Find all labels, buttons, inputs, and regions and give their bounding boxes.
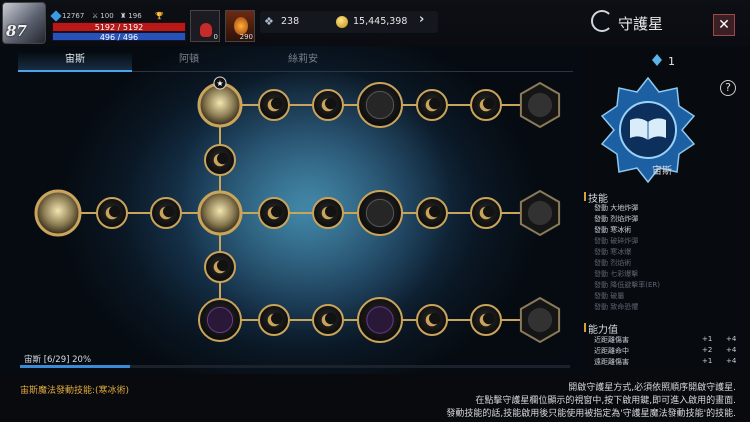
svg-text:★: ★ [216,79,223,88]
node-large[interactable] [357,190,403,236]
node-active[interactable] [197,190,243,236]
skill-item: 發動 大地炸彈 [594,204,639,212]
skill-item: 發動 降低避擊率(ER) [594,281,660,289]
potion-count: 0 [213,33,218,41]
elixir-slot[interactable]: 290 [225,10,255,42]
trophy-icon: 🏆 [155,12,164,20]
node-moon[interactable] [470,304,502,336]
gold-count: 15,445,398 [353,16,408,27]
tower-icon: ♜ [120,12,127,20]
powers-heading: 能力值 [584,321,618,336]
node-active[interactable] [197,82,243,128]
sword-count: 100 [100,12,114,20]
progress-bar [20,365,570,368]
power-stat: ♜ 196 [120,12,142,20]
character-level: 87 [6,22,27,40]
progress-fill [20,365,130,368]
node-origin[interactable] [34,189,82,237]
power-name: 近距離命中 [594,347,629,355]
skill-item: 發動 七彩爆擊 [594,270,639,278]
page-title: 守護星 [618,15,664,33]
node-moon[interactable] [96,197,128,229]
sword-icon: ⚔ [92,12,99,20]
crystal-icon: ❖ [264,15,274,28]
skill-item: 發動 寒冰術 [594,226,632,234]
skill-item: 發動 寒冰爆 [594,248,632,256]
skill-item: 發動 烈焰術 [594,259,632,267]
skill-item: 發動 破碎炸彈 [594,237,639,245]
trophy-stat: 🏆 [155,12,164,20]
info-line-2: 在點擊守護星欄位顯示的視窗中,按下啟用鍵,即可進入啟用的畫面. [475,396,736,406]
skill-item: 發動 烈焰炸彈 [594,215,639,223]
node-moon[interactable] [416,197,448,229]
gem-stat: 12767 [50,10,85,22]
node-moon[interactable] [416,304,448,336]
power-next: +4 [726,346,737,354]
top-bar: 87 12767 ⚔ 100 ♜ 196 🏆 5192 / 5192 496 / 4… [0,0,750,46]
constellation-name: 宙斯 [652,166,672,177]
tab-silian[interactable]: 絲莉安 [246,52,360,72]
node-moon[interactable] [470,89,502,121]
gem-icon [50,10,62,22]
tab-aton[interactable]: 阿頓 [132,52,246,72]
star-badge-icon: ★ [213,76,227,90]
guardian-star-icon [591,10,613,32]
node-moon[interactable] [416,89,448,121]
power-next: +4 [726,357,737,365]
node-moon[interactable] [258,197,290,229]
node-moon[interactable] [150,197,182,229]
node-purple[interactable] [357,297,403,343]
node-moon[interactable] [470,197,502,229]
power-name: 近距離傷害 [594,336,629,344]
tab-zeus[interactable]: 宙斯 [18,52,132,72]
node-large[interactable] [357,82,403,128]
node-moon[interactable] [312,89,344,121]
hp-text: 5192 / 5192 [94,23,144,32]
power-current: +2 [702,346,713,354]
skill-item: 發動 破屬 [594,292,625,300]
node-moon[interactable] [258,304,290,336]
power-current: +1 [702,335,713,343]
crystal-count: 238 [281,16,300,27]
power-value: 196 [128,12,142,20]
mp-text: 496 / 496 [99,33,139,42]
progress-label: 宙斯 [6/29] 20% [24,355,92,365]
skill-item: 發動 致命恐懼 [594,303,639,311]
gold-coin-icon [336,16,348,28]
power-current: +1 [702,357,713,365]
node-moon[interactable] [204,251,236,283]
mp-bar: 496 / 496 [52,32,186,42]
node-moon[interactable] [204,144,236,176]
currency-expand-button[interactable]: › [419,12,424,27]
node-moon[interactable] [312,197,344,229]
magic-skill-text: 宙斯魔法發動技能:(寒冰術) [20,386,130,396]
sword-stat: ⚔ 100 [92,12,114,20]
node-purple[interactable] [198,298,242,342]
power-name: 遠距離傷害 [594,358,629,366]
node-moon[interactable] [258,89,290,121]
node-final[interactable] [519,189,561,237]
constellation-tabs: 宙斯 阿頓 絲莉安 [18,52,573,72]
help-button[interactable]: ? [720,80,736,96]
potion-icon [200,23,212,37]
hp-bar: 5192 / 5192 [52,22,186,32]
elixir-count: 290 [239,33,253,41]
power-next: +4 [726,335,737,343]
currency-bar: ❖ 238 15,445,398 [260,11,438,33]
star-point-count: 1 [668,55,675,68]
close-button[interactable]: ✕ [713,14,735,36]
info-line-1: 開啟守護星方式,必須依照順序開啟守護星. [568,383,736,393]
node-final[interactable] [519,296,561,344]
gem-count: 12767 [62,12,85,20]
info-line-3: 發動技能的話,技能啟用後只能使用被指定為'守護星魔法發動技能'的技能. [446,409,736,419]
potion-slot[interactable]: 0 [190,10,220,42]
node-final[interactable] [519,81,561,129]
node-moon[interactable] [312,304,344,336]
